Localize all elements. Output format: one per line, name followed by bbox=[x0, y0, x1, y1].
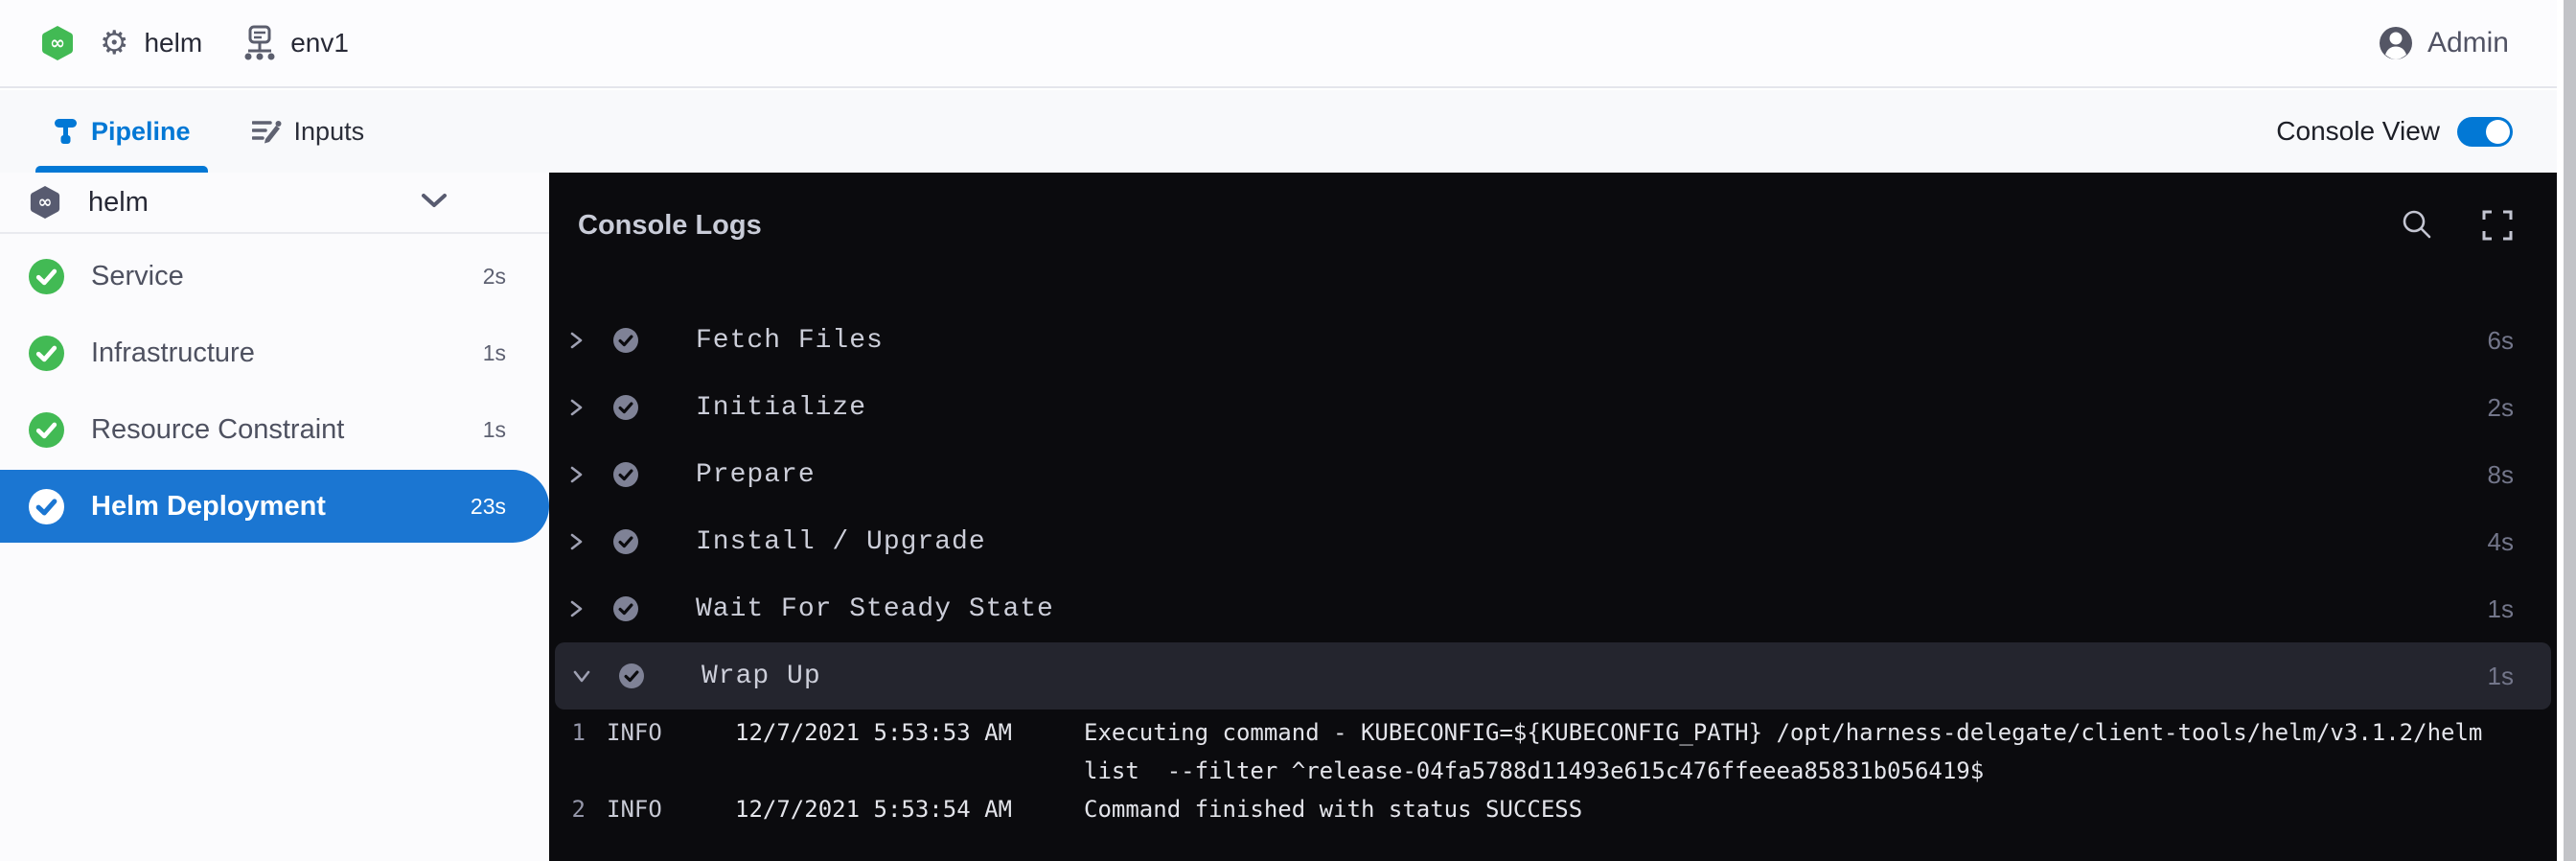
user-name-label: Admin bbox=[2427, 27, 2509, 59]
tab-pipeline[interactable]: Pipeline bbox=[35, 90, 208, 173]
chevron-down-icon bbox=[573, 667, 590, 685]
log-timestamp: 12/7/2021 5:53:53 AM bbox=[735, 719, 1023, 746]
console-view-label: Console View bbox=[2276, 116, 2440, 147]
chevron-right-icon bbox=[567, 399, 585, 416]
step-success-icon bbox=[613, 596, 638, 621]
stage-label: Resource Constraint bbox=[91, 414, 344, 446]
svg-text:∞: ∞ bbox=[38, 193, 53, 213]
success-check-icon bbox=[29, 259, 64, 294]
step-duration: 1s bbox=[2488, 662, 2514, 691]
toggle-knob bbox=[2486, 120, 2510, 144]
log-message: Executing command - KUBECONFIG=${KUBECON… bbox=[1084, 719, 2482, 746]
environment-name-label: env1 bbox=[290, 28, 349, 58]
stage-group-hexagon-icon: ∞ bbox=[29, 185, 61, 220]
step-label: Wait For Steady State bbox=[696, 594, 1054, 624]
step-label: Wrap Up bbox=[702, 662, 821, 691]
step-duration: 8s bbox=[2488, 460, 2514, 490]
tab-pipeline-label: Pipeline bbox=[91, 117, 191, 147]
tab-inputs-label: Inputs bbox=[294, 117, 365, 147]
stage-duration: 1s bbox=[483, 417, 506, 443]
step-duration: 1s bbox=[2488, 594, 2514, 624]
pipeline-execution-page: ∞ ⚙ helm env1 Admin bbox=[0, 0, 2576, 861]
step-label: Fetch Files bbox=[696, 326, 884, 356]
tab-inputs[interactable]: Inputs bbox=[235, 90, 382, 173]
page-scrollbar[interactable] bbox=[2557, 0, 2576, 861]
step-success-icon bbox=[613, 529, 638, 554]
stage-duration: 2s bbox=[483, 264, 506, 290]
step-row-install-upgrade[interactable]: Install / Upgrade 4s bbox=[549, 508, 2557, 575]
chevron-right-icon bbox=[567, 332, 585, 349]
console-logs-panel: Console Logs Fetch Files 6s bbox=[549, 173, 2557, 861]
view-tab-bar: Pipeline Inputs Console View bbox=[0, 90, 2576, 173]
step-row-wrap-up[interactable]: Wrap Up 1s bbox=[555, 642, 2551, 710]
step-row-initialize[interactable]: Initialize 2s bbox=[549, 374, 2557, 441]
stage-duration: 1s bbox=[483, 340, 506, 366]
console-title: Console Logs bbox=[578, 210, 762, 242]
log-line-continuation: list --filter ^release-04fa5788d11493e61… bbox=[549, 752, 2557, 790]
step-label: Prepare bbox=[696, 460, 816, 490]
stage-row-service[interactable]: Service 2s bbox=[0, 238, 549, 314]
log-level: INFO bbox=[607, 719, 664, 746]
log-line-number: 1 bbox=[557, 719, 586, 746]
console-view-control: Console View bbox=[2276, 116, 2513, 147]
svg-text:∞: ∞ bbox=[50, 33, 65, 54]
step-success-icon bbox=[613, 328, 638, 353]
top-bar: ∞ ⚙ helm env1 Admin bbox=[0, 0, 2576, 88]
stage-group-row[interactable]: ∞ helm bbox=[0, 173, 549, 234]
user-menu[interactable]: Admin bbox=[2378, 25, 2509, 61]
stage-group-label: helm bbox=[88, 187, 149, 219]
success-check-icon-selected bbox=[29, 489, 64, 524]
pipeline-icon bbox=[53, 117, 79, 146]
environment-icon bbox=[242, 25, 277, 61]
stages-sidebar: ∞ helm Service 2s Infrastruc bbox=[0, 173, 549, 861]
step-duration: 4s bbox=[2488, 527, 2514, 557]
gear-icon: ⚙ bbox=[100, 27, 128, 59]
log-message: Command finished with status SUCCESS bbox=[1084, 796, 1582, 823]
stage-label: Helm Deployment bbox=[91, 491, 326, 523]
step-row-fetch-files[interactable]: Fetch Files 6s bbox=[549, 307, 2557, 374]
step-label: Install / Upgrade bbox=[696, 527, 986, 557]
stage-row-infrastructure[interactable]: Infrastructure 1s bbox=[0, 314, 549, 391]
log-level: INFO bbox=[607, 796, 664, 823]
chevron-right-icon bbox=[567, 600, 585, 617]
console-header: Console Logs bbox=[549, 173, 2557, 278]
step-row-prepare[interactable]: Prepare 8s bbox=[549, 441, 2557, 508]
inputs-icon bbox=[252, 118, 282, 145]
stage-label: Infrastructure bbox=[91, 337, 255, 369]
success-check-icon bbox=[29, 336, 64, 371]
console-view-toggle[interactable] bbox=[2457, 117, 2513, 147]
stage-list: Service 2s Infrastructure 1s Resource Co… bbox=[0, 238, 549, 543]
step-list: Fetch Files 6s Initialize 2s Prepare 8s … bbox=[549, 307, 2557, 710]
step-success-icon bbox=[613, 395, 638, 420]
scrollbar-thumb[interactable] bbox=[2564, 0, 2576, 861]
log-lines: 1 INFO 12/7/2021 5:53:53 AM Executing co… bbox=[549, 713, 2557, 828]
stage-row-resource-constraint[interactable]: Resource Constraint 1s bbox=[0, 391, 549, 468]
log-message: list --filter ^release-04fa5788d11493e61… bbox=[1084, 757, 1984, 784]
stage-duration: 23s bbox=[471, 494, 506, 520]
step-duration: 6s bbox=[2488, 326, 2514, 356]
log-timestamp: 12/7/2021 5:53:54 AM bbox=[735, 796, 1023, 823]
step-success-icon bbox=[613, 462, 638, 487]
pipeline-name-label: helm bbox=[144, 28, 202, 58]
fullscreen-icon[interactable] bbox=[2480, 208, 2515, 243]
stage-label: Service bbox=[91, 261, 184, 292]
user-icon bbox=[2378, 25, 2414, 61]
chevron-down-icon[interactable] bbox=[421, 192, 448, 209]
step-row-wait-for-steady-state[interactable]: Wait For Steady State 1s bbox=[549, 575, 2557, 642]
log-line-number: 2 bbox=[557, 796, 586, 823]
chevron-right-icon bbox=[567, 466, 585, 483]
log-line: 2 INFO 12/7/2021 5:53:54 AM Command fini… bbox=[549, 790, 2557, 828]
step-label: Initialize bbox=[696, 393, 866, 423]
search-icon[interactable] bbox=[2400, 208, 2434, 243]
service-hexagon-icon: ∞ bbox=[40, 25, 75, 61]
stage-row-helm-deployment[interactable]: Helm Deployment 23s bbox=[0, 470, 549, 543]
success-check-icon bbox=[29, 412, 64, 448]
step-success-icon bbox=[619, 663, 644, 688]
chevron-right-icon bbox=[567, 533, 585, 550]
log-line: 1 INFO 12/7/2021 5:53:53 AM Executing co… bbox=[549, 713, 2557, 752]
step-duration: 2s bbox=[2488, 393, 2514, 423]
active-tab-underline bbox=[35, 166, 208, 173]
